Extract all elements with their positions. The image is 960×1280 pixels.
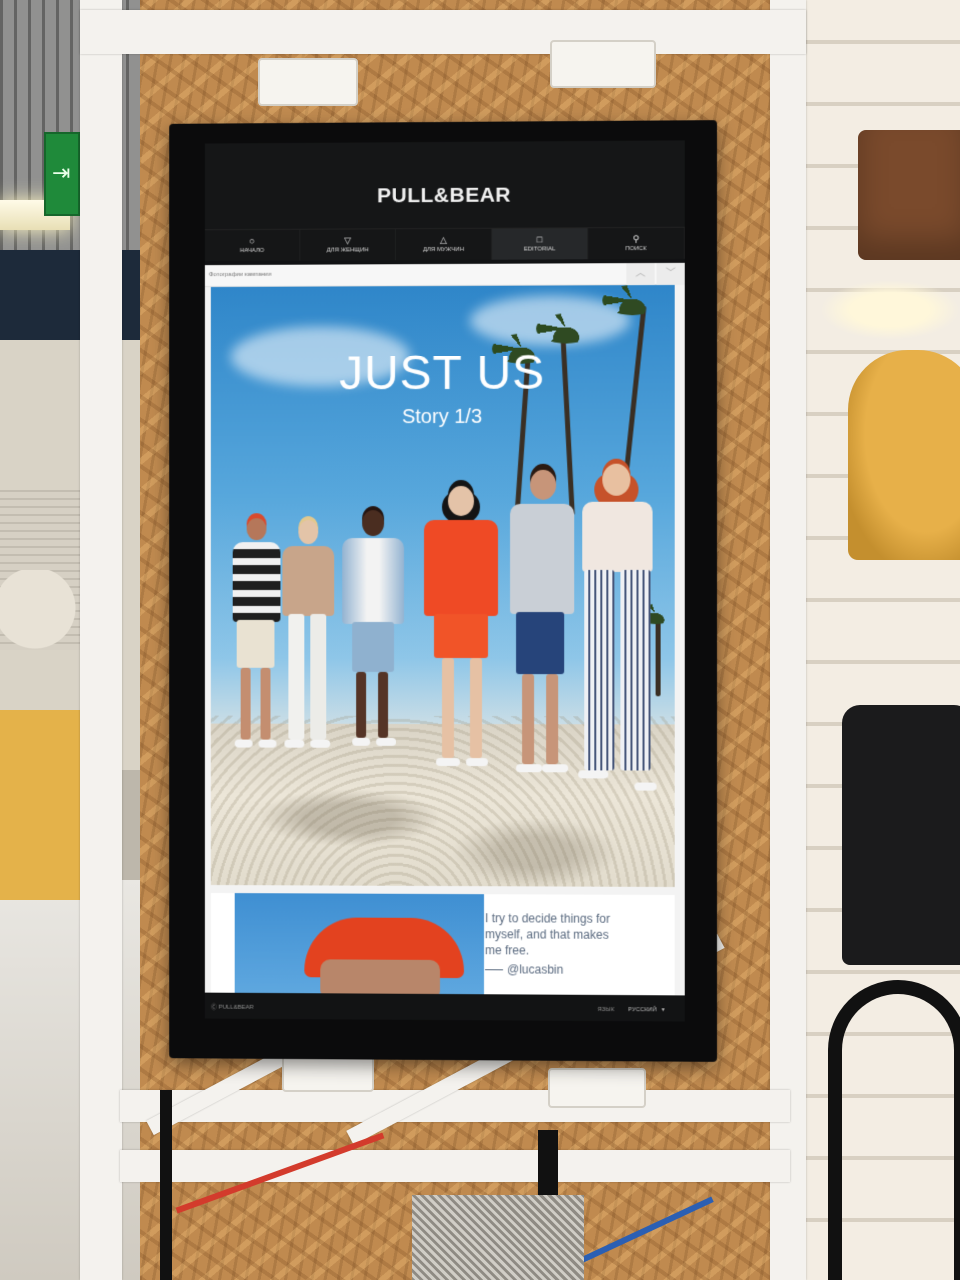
language-label: ЯЗЫК: [597, 1006, 615, 1014]
exit-sign: [44, 132, 80, 216]
nav-item-label: ПОИСК: [625, 245, 647, 253]
nav-item-women[interactable]: ▽ ДЛЯ ЖЕНЩИН: [300, 229, 397, 261]
site-footer: Ⓒ PULL&BEAR ЯЗЫК РУССКИЙ ▾: [204, 992, 685, 1022]
page-content: Фотографии кампании ︿ ﹀ JUST US Story 1/…: [204, 262, 685, 996]
story-teaser[interactable]: I try to decide things for myself, and t…: [210, 892, 675, 996]
nav-item-men[interactable]: △ ДЛЯ МУЖЧИН: [396, 228, 493, 261]
nav-item-label: ДЛЯ ЖЕНЩИН: [326, 247, 369, 254]
black-bag: [828, 980, 960, 1280]
mount-clamp: [258, 58, 358, 106]
breadcrumb[interactable]: Фотографии кампании: [209, 272, 271, 278]
nav-item-editorial[interactable]: □ EDITORIAL: [492, 228, 589, 260]
circle-icon: ○: [249, 235, 255, 246]
language-selector[interactable]: РУССКИЙ: [628, 1007, 657, 1013]
quote-text: I try to decide things for myself, and t…: [485, 911, 611, 958]
brand-logo[interactable]: PULL&BEAR: [205, 183, 685, 210]
nav-item-search[interactable]: ⚲ ПОИСК: [588, 227, 685, 260]
chevron-down-icon[interactable]: ▾: [662, 1006, 665, 1013]
kiosk-monitor: PULL&BEAR ○ НАЧАЛО ▽ ДЛЯ ЖЕНЩИН △ ДЛЯ МУ…: [169, 120, 718, 1062]
nav-item-home[interactable]: ○ НАЧАЛО: [204, 229, 301, 262]
triangle-down-icon: ▽: [344, 235, 352, 246]
model-figure: [574, 463, 660, 795]
palm-tree: [536, 313, 597, 344]
breadcrumb-bar: Фотографии кампании ︿ ﹀: [204, 262, 685, 288]
rack-bar-lower: [120, 1150, 790, 1182]
wire-basket: [412, 1195, 584, 1280]
site-header: PULL&BEAR: [204, 140, 685, 230]
triangle-up-icon: △: [440, 234, 447, 246]
search-icon: ⚲: [632, 233, 640, 245]
scroll-down-button[interactable]: ﹀: [656, 262, 685, 286]
mount-clamp: [548, 1068, 646, 1108]
kiosk-screen: PULL&BEAR ○ НАЧАЛО ▽ ДЛЯ ЖЕНЩИН △ ДЛЯ МУ…: [204, 140, 685, 1022]
model-figure: [506, 469, 578, 781]
hero-banner[interactable]: JUST US Story 1/3: [210, 284, 675, 887]
chevron-down-icon: ﹀: [665, 267, 676, 279]
square-icon: □: [536, 234, 543, 245]
hero-title: JUST US: [339, 346, 546, 401]
rack-post-right: [770, 0, 806, 1280]
mustard-bag: [848, 350, 960, 560]
nav-item-label: EDITORIAL: [523, 246, 556, 253]
model-figure: [420, 485, 502, 776]
wall-light: [820, 280, 960, 340]
mount-clamp: [550, 40, 656, 88]
black-backpack: [842, 705, 960, 965]
cable: [160, 1090, 172, 1280]
model-figure: [276, 520, 340, 750]
rack-bar-top: [80, 10, 806, 54]
nav-item-label: ДЛЯ МУЖЧИН: [423, 246, 464, 254]
model-face: [320, 959, 441, 995]
brown-bag: [858, 130, 960, 260]
rack-post-left: [80, 0, 122, 1280]
quote-author: @lucasbin: [485, 962, 563, 976]
scroll-up-button[interactable]: ︿: [626, 262, 655, 286]
main-nav: ○ НАЧАЛО ▽ ДЛЯ ЖЕНЩИН △ ДЛЯ МУЖЧИН □ EDI…: [204, 226, 685, 262]
chevron-up-icon: ︿: [635, 268, 646, 280]
teaser-image: [234, 893, 485, 995]
model-figure: [338, 510, 408, 750]
nav-item-label: НАЧАЛО: [239, 247, 265, 254]
copyright: Ⓒ PULL&BEAR: [210, 1004, 254, 1011]
hero-subtitle: Story 1/3: [402, 405, 483, 429]
palm-tree: [602, 285, 663, 316]
